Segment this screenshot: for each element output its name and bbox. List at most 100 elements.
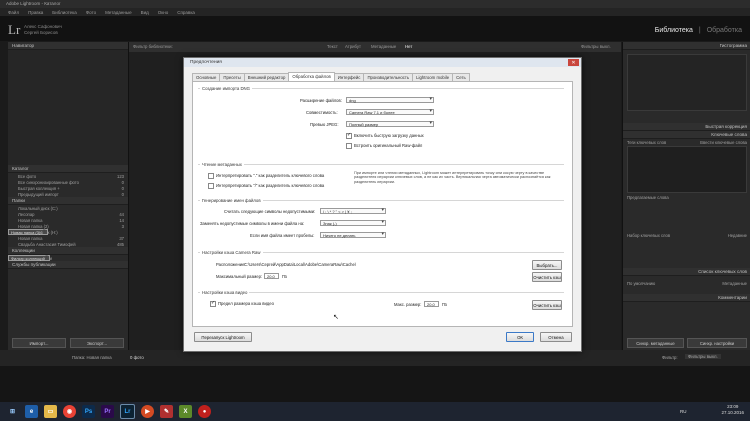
histogram-label: Гистограмма: [719, 43, 747, 48]
menu-metadata[interactable]: Метаданные: [105, 10, 132, 15]
cache-max-label: Максимальный размер:: [216, 274, 263, 279]
lightroom-icon[interactable]: Lr: [120, 404, 135, 419]
folders-header[interactable]: Папки: [8, 197, 128, 205]
left-panel: Навигатор Каталог Все фото 123 Все синхро…: [8, 42, 129, 350]
module-separator: |: [698, 27, 701, 34]
module-library[interactable]: Библиотека: [655, 27, 693, 34]
menu-window[interactable]: Окно: [158, 10, 168, 15]
jpeg-preview-label: Превью JPEG:: [310, 122, 339, 127]
menu-help[interactable]: Справка: [177, 10, 195, 15]
folder-item-selected[interactable]: Новая папка (3) 6: [8, 229, 48, 235]
navigator-header[interactable]: Навигатор: [8, 42, 128, 50]
filter-none[interactable]: Нет: [405, 44, 412, 49]
extension-select[interactable]: dng: [346, 97, 434, 103]
photoshop-icon[interactable]: Ps: [82, 405, 95, 418]
file-naming-title: Генерирование имен файлов: [200, 198, 263, 203]
choose-cache-button[interactable]: Выбрать...: [532, 260, 562, 270]
embed-raw-checkbox[interactable]: [346, 143, 352, 149]
histogram-display: [627, 54, 747, 111]
catalog-item-count: 123: [117, 173, 124, 179]
keyword-set-row[interactable]: Набор ключевых слов Недавние: [623, 232, 750, 238]
collection-item[interactable]: Фильтр коллекций: [8, 255, 50, 261]
filmstrip-path[interactable]: Папка: Новая папка: [72, 355, 112, 360]
comments-header[interactable]: Комментарии: [623, 294, 750, 302]
folder-count: 6: [40, 229, 43, 235]
purge-cache-button[interactable]: Очистить кэш: [532, 272, 562, 282]
filter-metadata[interactable]: Метаданные: [371, 44, 396, 49]
metadata-preset-row[interactable]: По умолчанию Метаданные: [623, 280, 750, 286]
file-explorer-icon[interactable]: ▭: [44, 405, 57, 418]
start-button-icon[interactable]: ⊞: [6, 405, 19, 418]
tool-icon[interactable]: ✎: [160, 405, 173, 418]
media-player-icon[interactable]: ▶: [141, 405, 154, 418]
dot-separator-checkbox[interactable]: [208, 173, 214, 179]
keywording-header[interactable]: Ключевые слова: [623, 131, 750, 139]
restart-lightroom-button[interactable]: Перезапуск Lightroom: [194, 332, 252, 342]
cache-max-input[interactable]: 20,0: [264, 273, 279, 279]
keyword-tags-dropdown[interactable]: Ввести ключевые слова: [700, 140, 747, 145]
sync-metadata-button[interactable]: Синхр. метаданные: [627, 338, 684, 348]
sync-settings-button[interactable]: Синхр. настройки: [687, 338, 747, 348]
mouse-cursor-icon: ↖: [333, 314, 339, 321]
menu-bar: Файл Правка Библиотека Фото Метаданные В…: [0, 8, 750, 16]
collections-label: Коллекции: [12, 248, 35, 253]
ext-label: Расширение файлов:: [300, 98, 342, 103]
menu-file[interactable]: Файл: [8, 10, 19, 15]
illegal-chars-label: Считать следующие символы недопустимыми:: [224, 209, 316, 214]
menu-photo[interactable]: Фото: [86, 10, 96, 15]
language-indicator[interactable]: RU: [680, 409, 687, 414]
folder-count: 3: [121, 223, 124, 229]
illegal-chars-select[interactable]: / : \ * ? " < > | ¥ ;: [320, 208, 386, 214]
menu-edit[interactable]: Правка: [28, 10, 43, 15]
import-button[interactable]: Импорт...: [12, 338, 66, 348]
slash-separator-checkbox[interactable]: [208, 183, 214, 189]
slash-separator-label: Интерпретировать "/" как разделитель клю…: [216, 183, 325, 188]
keyword-set-dropdown[interactable]: Недавние: [728, 233, 747, 238]
cancel-button[interactable]: Отмена: [540, 332, 572, 342]
purge-video-cache-button[interactable]: Очистить кэш: [532, 300, 562, 310]
ok-button[interactable]: ОК: [506, 332, 534, 342]
catalog-item-label: Предыдущий импорт: [18, 191, 59, 197]
keyword-list-header[interactable]: Список ключевых слов: [623, 268, 750, 276]
keyword-tags-row[interactable]: Теги ключевых слов Ввести ключевые слова: [623, 139, 750, 145]
export-button[interactable]: Экспорт...: [70, 338, 124, 348]
module-develop[interactable]: Обработка: [707, 27, 742, 34]
catalog-header[interactable]: Каталог: [8, 165, 128, 173]
premiere-icon[interactable]: Pr: [101, 405, 114, 418]
jpeg-preview-select[interactable]: Полный размер: [346, 121, 434, 127]
filters-off[interactable]: Фильтры выкл.: [581, 44, 611, 49]
histogram-header[interactable]: Гистограмма: [623, 42, 750, 50]
publish-label: Службы публикации: [12, 262, 56, 267]
fast-load-checkbox[interactable]: [346, 132, 352, 139]
filmstrip-filter-dropdown[interactable]: Фильтры выкл.: [685, 354, 721, 359]
publish-services-header[interactable]: Службы публикации: [8, 261, 128, 269]
video-cache-limit-checkbox[interactable]: [210, 300, 216, 307]
quick-develop-header[interactable]: Быстрая коррекция: [623, 123, 750, 131]
filter-attribute[interactable]: Атрибут: [345, 44, 361, 49]
spaces-select[interactable]: Ничего не делать: [320, 232, 386, 238]
folder-count: 44: [119, 211, 124, 217]
camera-raw-cache-title: Настройки кэша Camera Raw: [200, 250, 263, 255]
keywording-label: Ключевые слова: [711, 132, 747, 137]
collections-header[interactable]: Коллекции: [8, 247, 128, 255]
menu-library[interactable]: Библиотека: [52, 10, 76, 15]
system-clock[interactable]: 23:09 27.10.2016: [721, 404, 744, 416]
module-picker: Библиотека | Обработка: [655, 27, 742, 34]
metadata-preset-dropdown[interactable]: По умолчанию: [627, 281, 655, 286]
compatibility-select[interactable]: Camera Raw 7.1 и более: [346, 109, 434, 115]
chrome-icon[interactable]: ◉: [63, 405, 76, 418]
video-max-input[interactable]: 20,0: [424, 301, 439, 307]
folder-label: Новая папка: [18, 217, 43, 223]
filter-text[interactable]: Текст: [327, 44, 338, 49]
catalog-item-count: 0: [121, 185, 124, 191]
internet-explorer-icon[interactable]: e: [25, 405, 38, 418]
app-icon[interactable]: X: [179, 405, 192, 418]
replace-chars-select[interactable]: Знак (-): [320, 220, 386, 226]
dialog-titlebar: Предпочтения: [184, 58, 581, 67]
close-icon[interactable]: ✕: [568, 59, 579, 66]
metadata-label: Метаданные: [722, 280, 747, 286]
cache-location-label: Расположение:: [216, 262, 246, 267]
keyword-input-area[interactable]: [627, 146, 747, 193]
record-icon[interactable]: ●: [198, 405, 211, 418]
menu-view[interactable]: Вид: [141, 10, 149, 15]
